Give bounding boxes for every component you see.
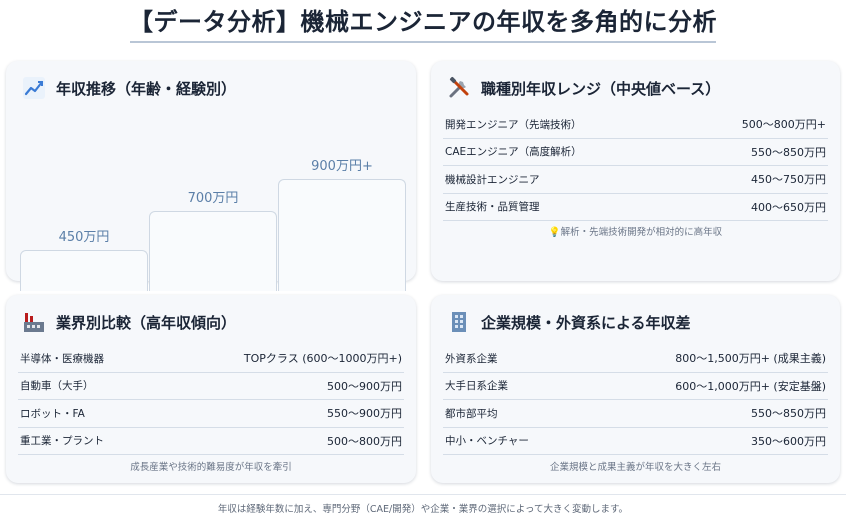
row-label: 自動車（大手） bbox=[20, 380, 94, 393]
note-text: 解析・先端技術開発が相対的に高年収 bbox=[560, 227, 723, 238]
role-salary-list: 開発エンジニア（先端技術） 500〜800万円+ CAEエンジニア（高度解析） 55… bbox=[443, 111, 828, 221]
company-salary-header: 企業規模・外資系による年収差 bbox=[447, 309, 691, 335]
trend-bar-1: 450万円20代 (〜3年) bbox=[20, 121, 148, 321]
table-row: 自動車（大手） 500〜900万円 bbox=[18, 373, 404, 400]
trend-bar-3: 900万円+40代+ (専門/MGR) bbox=[278, 121, 406, 321]
table-row: 半導体・医療機器 TOPクラス (600〜1000万円+) bbox=[18, 345, 404, 373]
company-salary-list: 外資系企業 800〜1,500万円+ (成果主義) 大手日系企業 600〜1,000… bbox=[443, 345, 828, 455]
role-salary-card: 職種別年収レンジ（中央値ベース） 開発エンジニア（先端技術） 500〜800万円+… bbox=[431, 61, 840, 281]
industry-salary-note: 成長産業や技術的難易度が年収を牽引 bbox=[130, 462, 292, 473]
table-row: 重工業・プラント 500〜800万円 bbox=[18, 428, 404, 455]
row-label: 機械設計エンジニア bbox=[445, 173, 540, 186]
salary-trend-bars: 450万円20代 (〜3年)700万円30代 (5〜10年)900万円+40代+… bbox=[20, 121, 414, 321]
table-row: 開発エンジニア（先端技術） 500〜800万円+ bbox=[443, 111, 828, 139]
row-value: 550〜900万円 bbox=[327, 407, 402, 421]
row-value: TOPクラス (600〜1000万円+) bbox=[243, 352, 402, 366]
trend-bar-2: 700万円30代 (5〜10年) bbox=[149, 121, 277, 321]
line-chart-icon bbox=[22, 76, 46, 100]
row-label: 中小・ベンチャー bbox=[445, 435, 529, 448]
trend-bar-value: 450万円 bbox=[58, 230, 110, 245]
footer-note: 年収は経験年数に加え、専門分野（CAE/開発）や企業・業界の選択によって大きく変… bbox=[217, 504, 629, 515]
row-label: 大手日系企業 bbox=[445, 380, 508, 393]
tools-icon bbox=[447, 76, 471, 100]
row-value: 500〜800万円 bbox=[327, 434, 402, 448]
table-row: 機械設計エンジニア 450〜750万円 bbox=[443, 166, 828, 194]
company-salary-card: 企業規模・外資系による年収差 外資系企業 800〜1,500万円+ (成果主義) … bbox=[431, 295, 840, 483]
salary-trend-header: 年収推移（年齢・経験別） bbox=[22, 75, 236, 101]
row-value: 500〜900万円 bbox=[327, 379, 402, 393]
title-divider bbox=[130, 41, 716, 43]
row-value: 550〜850万円 bbox=[751, 145, 826, 159]
page-title: 【データ分析】機械エンジニアの年収を多角的に分析 bbox=[129, 8, 717, 36]
row-value: 350〜600万円 bbox=[751, 434, 826, 448]
row-value: 500〜800万円+ bbox=[741, 118, 826, 132]
trend-bar-box bbox=[149, 211, 277, 291]
table-row: 中小・ベンチャー 350〜600万円 bbox=[443, 428, 828, 455]
company-salary-title: 企業規模・外資系による年収差 bbox=[481, 313, 691, 332]
industry-salary-header: 業界別比較（高年収傾向） bbox=[22, 309, 236, 335]
salary-trend-card: 年収推移（年齢・経験別） 450万円20代 (〜3年)700万円30代 (5〜1… bbox=[6, 61, 416, 310]
role-salary-title: 職種別年収レンジ（中央値ベース） bbox=[481, 79, 721, 98]
company-salary-note: 企業規模と成果主義が年収を大きく左右 bbox=[549, 462, 721, 473]
row-value: 400〜650万円 bbox=[751, 200, 826, 214]
row-label: CAEエンジニア（高度解析） bbox=[445, 146, 582, 159]
row-label: 都市部平均 bbox=[445, 407, 498, 420]
industry-salary-list: 半導体・医療機器 TOPクラス (600〜1000万円+) 自動車（大手） 500〜… bbox=[18, 345, 404, 455]
trend-bar-value: 900万円+ bbox=[311, 159, 373, 174]
factory-icon bbox=[22, 310, 46, 334]
role-salary-header: 職種別年収レンジ（中央値ベース） bbox=[447, 75, 720, 101]
building-icon bbox=[447, 310, 471, 334]
trend-bar-value: 700万円 bbox=[187, 191, 239, 206]
lightbulb-icon: 💡 bbox=[548, 227, 561, 238]
table-row: 外資系企業 800〜1,500万円+ (成果主義) bbox=[443, 345, 828, 373]
footer-divider bbox=[0, 494, 846, 495]
table-row: 大手日系企業 600〜1,000万円+ (安定基盤) bbox=[443, 373, 828, 400]
table-row: 生産技術・品質管理 400〜650万円 bbox=[443, 194, 828, 221]
row-label: 生産技術・品質管理 bbox=[445, 201, 540, 214]
industry-salary-card: 業界別比較（高年収傾向） 半導体・医療機器 TOPクラス (600〜1000万円+… bbox=[6, 295, 416, 483]
table-row: ロボット・FA 550〜900万円 bbox=[18, 400, 404, 428]
table-row: 都市部平均 550〜850万円 bbox=[443, 400, 828, 428]
industry-salary-title: 業界別比較（高年収傾向） bbox=[56, 313, 237, 332]
trend-bar-box bbox=[20, 250, 148, 291]
row-value: 800〜1,500万円+ (成果主義) bbox=[675, 352, 826, 366]
row-value: 450〜750万円 bbox=[751, 173, 826, 187]
row-label: 半導体・医療機器 bbox=[20, 352, 104, 365]
salary-trend-title: 年収推移（年齢・経験別） bbox=[56, 79, 237, 98]
role-salary-note: 💡解析・先端技術開発が相対的に高年収 bbox=[431, 224, 840, 238]
row-value: 550〜850万円 bbox=[751, 407, 826, 421]
trend-bar-box bbox=[278, 179, 406, 291]
row-label: ロボット・FA bbox=[20, 407, 85, 420]
table-row: CAEエンジニア（高度解析） 550〜850万円 bbox=[443, 139, 828, 166]
row-label: 外資系企業 bbox=[445, 352, 498, 365]
row-label: 開発エンジニア（先端技術） bbox=[445, 118, 582, 131]
row-label: 重工業・プラント bbox=[20, 435, 104, 448]
row-value: 600〜1,000万円+ (安定基盤) bbox=[675, 379, 826, 393]
